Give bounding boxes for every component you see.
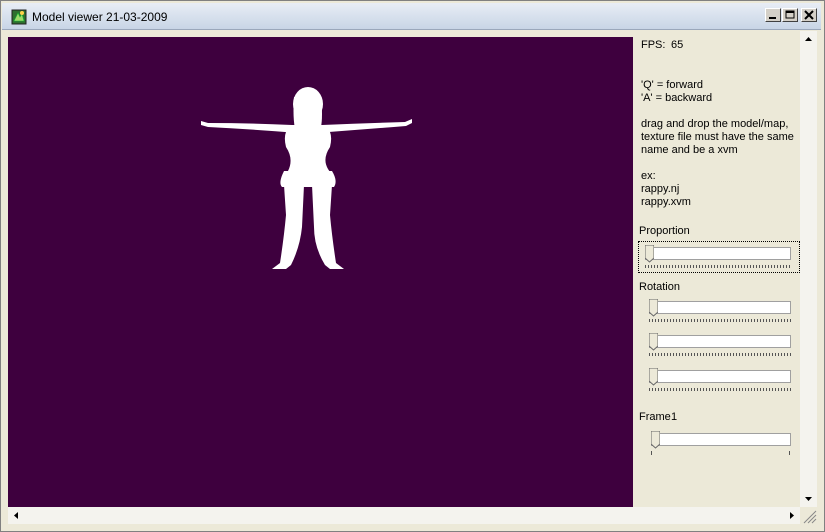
help-key-forward: 'Q' = forward [641, 79, 703, 91]
maximize-icon [785, 10, 795, 19]
scroll-down-button[interactable] [800, 490, 817, 507]
maximize-button[interactable] [782, 8, 798, 22]
window-title: Model viewer 21-03-2009 [32, 10, 168, 24]
slider-track [645, 247, 791, 260]
slider-thumb[interactable] [651, 431, 660, 449]
frame-number: 1 [671, 411, 678, 423]
slider-track [649, 301, 791, 314]
slider-ticks [649, 353, 791, 356]
slider-track [651, 433, 791, 446]
slider-thumb[interactable] [645, 245, 654, 263]
slider-track [649, 335, 791, 348]
slider-thumb[interactable] [649, 299, 658, 317]
scroll-up-button[interactable] [800, 31, 817, 48]
model-viewport[interactable] [8, 37, 633, 507]
title-bar[interactable]: Model viewer 21-03-2009 [2, 3, 821, 30]
help-key-backward: 'A' = backward [641, 92, 713, 104]
slider-ticks [645, 265, 791, 268]
slider-ticks [649, 319, 791, 322]
help-drag-line: texture file must have the same [641, 131, 794, 143]
slider-tick-start [651, 451, 652, 455]
slider-thumb[interactable] [649, 333, 658, 351]
proportion-slider[interactable] [643, 243, 793, 271]
app-icon [11, 9, 27, 25]
horizontal-scrollbar[interactable] [8, 507, 800, 524]
rotation-x-slider[interactable] [647, 297, 793, 325]
minimize-button[interactable] [765, 8, 781, 22]
model-silhouette [201, 87, 412, 269]
close-icon [804, 10, 814, 20]
minimize-icon [769, 17, 776, 19]
fps-value: 65 [671, 39, 684, 51]
example-label: ex: [641, 170, 656, 182]
vertical-scrollbar[interactable] [800, 31, 817, 507]
slider-track [649, 370, 791, 383]
example-file: rappy.xvm [641, 196, 691, 208]
frame-slider[interactable] [647, 429, 793, 457]
resize-grip-icon[interactable] [800, 507, 817, 524]
scroll-left-button[interactable] [8, 507, 25, 524]
rotation-z-slider[interactable] [647, 366, 793, 394]
help-drag-line: name and be a xvm [641, 144, 738, 156]
close-button[interactable] [801, 8, 817, 22]
rotation-label: Rotation [639, 281, 680, 293]
slider-tick-end [789, 451, 790, 455]
example-file: rappy.nj [641, 183, 680, 195]
proportion-label: Proportion [639, 225, 690, 237]
slider-ticks [649, 388, 791, 391]
rotation-y-slider[interactable] [647, 331, 793, 359]
fps-label: FPS: [641, 39, 666, 51]
control-panel: FPS: 65 'Q' = forward 'A' = backward dra… [633, 31, 800, 507]
slider-thumb[interactable] [649, 368, 658, 386]
frame-label: Frame [639, 411, 671, 423]
scroll-right-button[interactable] [783, 507, 800, 524]
help-drag-line: drag and drop the model/map, [641, 118, 789, 130]
